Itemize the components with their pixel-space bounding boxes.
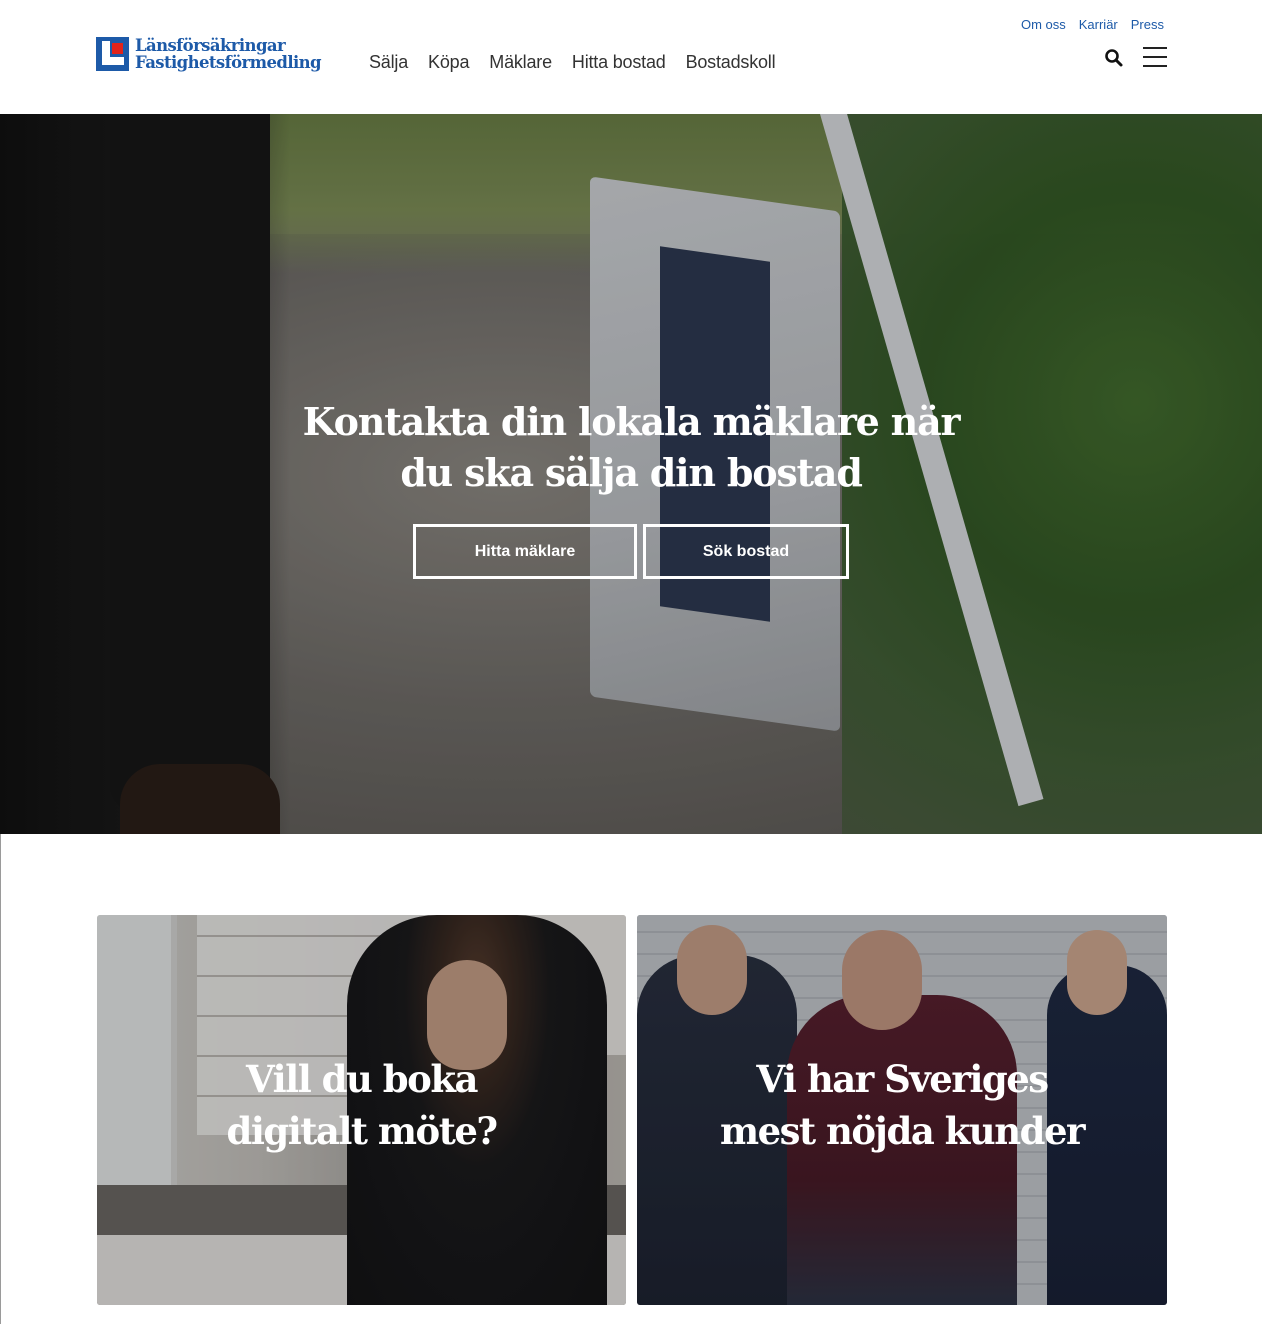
hero-title-line-1: Kontakta din lokala mäklare när (302, 399, 961, 444)
nav-item-bostadskoll[interactable]: Bostadskoll (686, 52, 776, 73)
search-home-button[interactable]: Sök bostad (643, 524, 849, 579)
card-title: Vi har Sveriges mest nöjda kunder (637, 1053, 1167, 1157)
logo[interactable]: Länsförsäkringar Fastighetsförmedling (96, 36, 322, 72)
top-link-om-oss[interactable]: Om oss (1021, 17, 1066, 32)
top-link-press[interactable]: Press (1131, 17, 1164, 32)
top-links: Om oss Karriär Press (1008, 17, 1164, 32)
hero: Kontakta din lokala mäklare när du ska s… (0, 114, 1262, 834)
satisfied-customers-card[interactable]: Vi har Sveriges mest nöjda kunder (637, 915, 1167, 1305)
card-title-line-2: mest nöjda kunder (719, 1109, 1086, 1153)
nav-item-kopa[interactable]: Köpa (428, 52, 469, 73)
hamburger-menu-icon[interactable] (1143, 47, 1167, 67)
site-header: Länsförsäkringar Fastighetsförmedling Sä… (0, 0, 1262, 114)
card-title: Vill du boka digitalt möte? (97, 1053, 626, 1157)
card-title-line-2: digitalt möte? (226, 1109, 498, 1153)
logo-line-2: Fastighetsförmedling (135, 53, 322, 72)
card-title-line-1: Vill du boka (246, 1057, 478, 1101)
hero-title: Kontakta din lokala mäklare när du ska s… (281, 396, 981, 498)
logo-text: Länsförsäkringar Fastighetsförmedling (135, 36, 322, 72)
logo-line-1: Länsförsäkringar (135, 36, 286, 55)
card-title-line-1: Vi har Sveriges (756, 1057, 1049, 1101)
hero-title-line-2: du ska sälja din bostad (400, 450, 863, 495)
find-broker-button[interactable]: Hitta mäklare (413, 524, 637, 579)
digital-meeting-card[interactable]: Vill du boka digitalt möte? (97, 915, 626, 1305)
logo-mark-icon (96, 37, 129, 71)
search-icon[interactable] (1104, 48, 1124, 68)
nav-item-maklare[interactable]: Mäklare (489, 52, 552, 73)
nav-item-hitta-bostad[interactable]: Hitta bostad (572, 52, 666, 73)
top-link-karriar[interactable]: Karriär (1079, 17, 1118, 32)
main-nav: Sälja Köpa Mäklare Hitta bostad Bostadsk… (369, 52, 795, 73)
hero-buttons: Hitta mäklare Sök bostad (413, 524, 849, 579)
nav-item-salja[interactable]: Sälja (369, 52, 408, 73)
